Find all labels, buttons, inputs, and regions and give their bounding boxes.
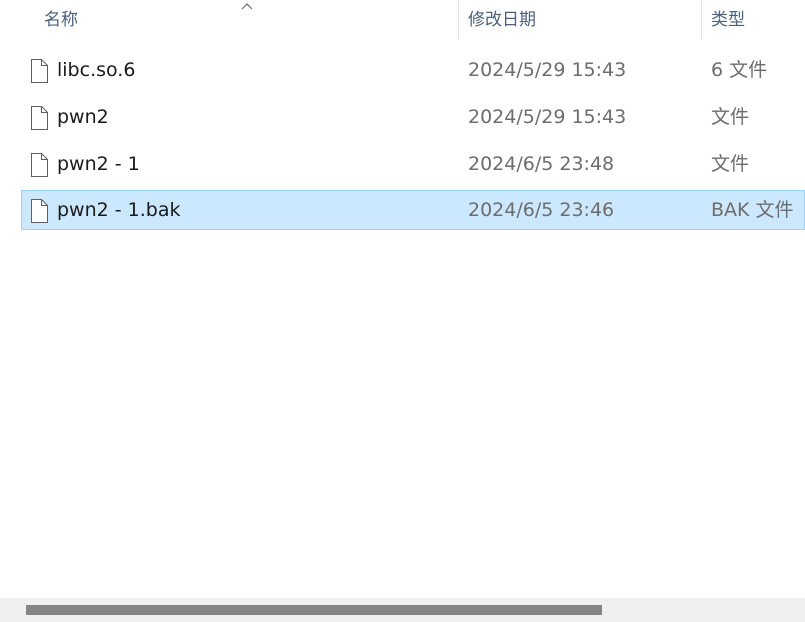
file-explorer-list-view: 名称 修改日期 类型 libc.so.6 2024/5/29 15:43 6 文… <box>0 0 805 622</box>
sort-up-icon <box>241 3 253 10</box>
file-icon <box>31 106 48 130</box>
file-icon <box>31 153 48 177</box>
horizontal-scrollbar[interactable] <box>0 598 805 622</box>
file-type: 6 文件 <box>711 59 768 81</box>
file-type: 文件 <box>711 106 750 128</box>
file-row-pwn2[interactable]: pwn2 2024/5/29 15:43 文件 <box>21 97 805 137</box>
file-name: pwn2 - 1.bak <box>57 199 181 221</box>
column-header-name[interactable]: 名称 <box>44 0 78 40</box>
column-divider[interactable] <box>458 0 459 40</box>
file-name: pwn2 <box>57 106 109 128</box>
file-date-modified: 2024/5/29 15:43 <box>468 59 627 81</box>
column-header-bar: 名称 修改日期 类型 <box>0 0 805 40</box>
file-icon <box>31 199 48 223</box>
column-header-date-modified[interactable]: 修改日期 <box>468 0 536 40</box>
column-divider[interactable] <box>701 0 702 40</box>
file-date-modified: 2024/6/5 23:48 <box>468 153 615 175</box>
file-row-libc[interactable]: libc.so.6 2024/5/29 15:43 6 文件 <box>21 50 805 90</box>
file-type: BAK 文件 <box>711 199 794 221</box>
file-date-modified: 2024/5/29 15:43 <box>468 106 627 128</box>
file-icon <box>31 59 48 83</box>
column-header-type[interactable]: 类型 <box>711 0 745 40</box>
file-name: pwn2 - 1 <box>57 153 140 175</box>
file-name: libc.so.6 <box>57 59 136 81</box>
scrollbar-thumb[interactable] <box>26 605 602 615</box>
file-row-pwn2-1[interactable]: pwn2 - 1 2024/6/5 23:48 文件 <box>21 144 805 184</box>
file-date-modified: 2024/6/5 23:46 <box>468 199 615 221</box>
file-row-pwn2-1-bak[interactable]: pwn2 - 1.bak 2024/6/5 23:46 BAK 文件 <box>21 190 805 230</box>
file-type: 文件 <box>711 153 750 175</box>
